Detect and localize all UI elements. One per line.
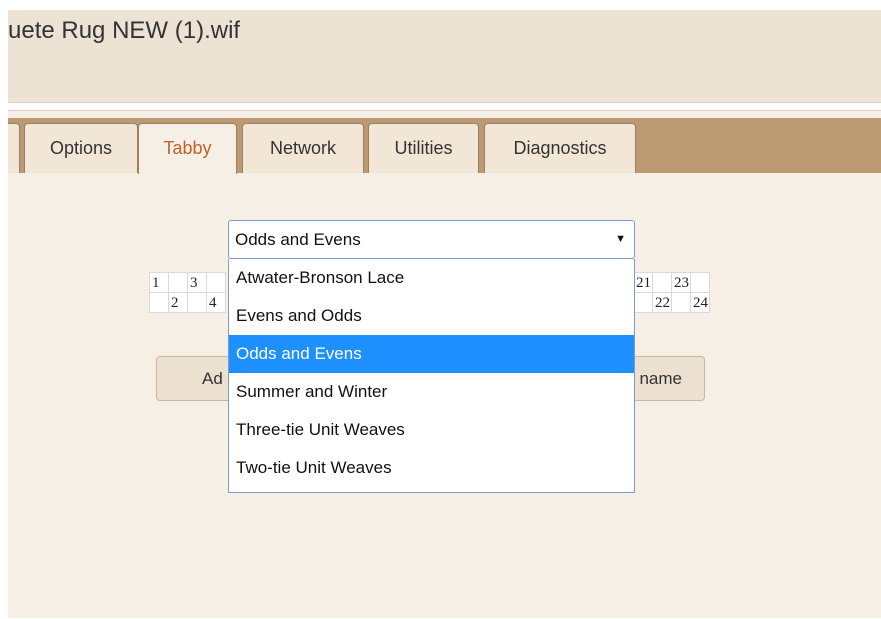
grid-cell[interactable] [671, 292, 691, 313]
option-evens-and-odds[interactable]: Evens and Odds [229, 297, 634, 335]
grid-cell[interactable]: 23 [671, 272, 691, 293]
grid-cell[interactable] [206, 272, 226, 293]
grid-cell[interactable]: 24 [690, 292, 710, 313]
option-two-tie-unit-weaves[interactable]: Two-tie Unit Weaves [229, 449, 634, 487]
grid-cell[interactable]: 1 [149, 272, 169, 293]
tabby-type-select[interactable]: Odds and Evens ▼ [228, 220, 635, 259]
grid-cell[interactable] [149, 292, 169, 313]
grid-cell[interactable]: 3 [187, 272, 207, 293]
tab-utilities[interactable]: Utilities [368, 123, 479, 173]
grid-cell[interactable]: 22 [652, 292, 672, 313]
grid-cell[interactable] [690, 272, 710, 293]
header: uete Rug NEW (1).wif [8, 10, 881, 102]
option-atwater-bronson-lace[interactable]: Atwater-Bronson Lace [229, 259, 634, 297]
option-summer-and-winter[interactable]: Summer and Winter [229, 373, 634, 411]
option-odds-and-evens[interactable]: Odds and Evens [229, 335, 634, 373]
tab-diagnostics[interactable]: Diagnostics [484, 123, 636, 173]
file-title: uete Rug NEW (1).wif [8, 17, 241, 44]
tab-bar: Options Tabby Network Utilities Diagnost… [8, 118, 881, 174]
tabby-grid-left: 1 3 2 4 [149, 272, 226, 313]
select-value: Odds and Evens [235, 230, 361, 249]
grid-cell[interactable] [633, 292, 653, 313]
tab-hidden-left[interactable] [8, 123, 20, 173]
header-divider [8, 102, 881, 111]
option-three-tie-unit-weaves[interactable]: Three-tie Unit Weaves [229, 411, 634, 449]
grid-cell[interactable]: 21 [633, 272, 653, 293]
grid-cell[interactable] [652, 272, 672, 293]
tab-options[interactable]: Options [24, 123, 138, 173]
chevron-down-icon: ▼ [615, 233, 626, 245]
grid-cell[interactable]: 4 [206, 292, 226, 313]
tabby-grid-right: 21 23 22 24 [633, 272, 710, 313]
tab-tabby[interactable]: Tabby [138, 123, 237, 174]
tab-network[interactable]: Network [242, 123, 364, 173]
grid-cell[interactable]: 2 [168, 292, 188, 313]
grid-cell[interactable] [187, 292, 207, 313]
grid-cell[interactable] [168, 272, 188, 293]
tabby-type-dropdown: Atwater-Bronson Lace Evens and Odds Odds… [228, 259, 635, 493]
